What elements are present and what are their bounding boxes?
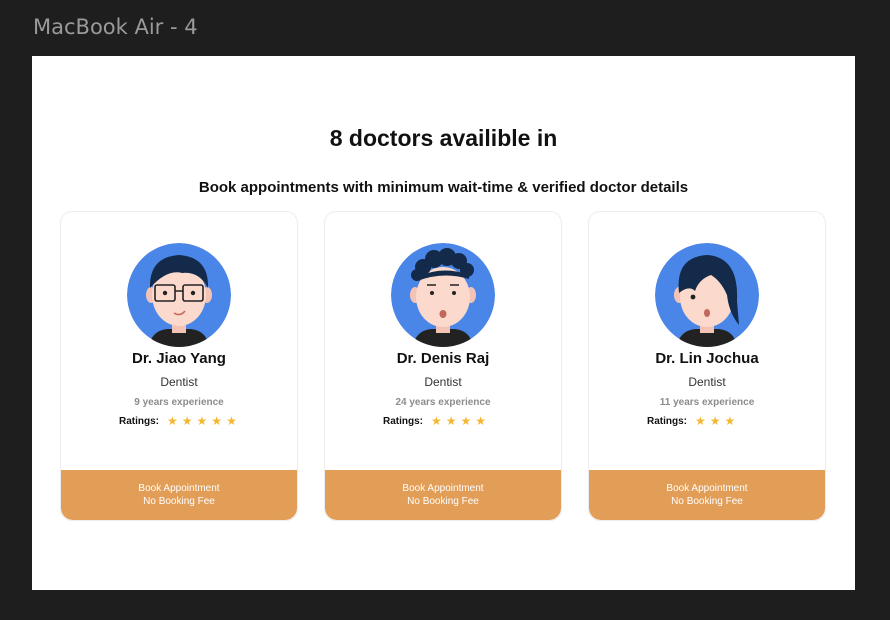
page-subtitle: Book appointments with minimum wait-time… [198, 179, 689, 196]
page-frame: 8 doctors availible in Book appointments… [32, 56, 855, 590]
star-icon: ★ [211, 414, 223, 428]
star-icon: ★ [431, 414, 442, 428]
booking-fee-label: No Booking Fee [143, 496, 215, 507]
booking-fee-label: No Booking Fee [407, 496, 479, 507]
doctor-experience: 24 years experience [395, 397, 491, 408]
doctor-specialty: Dentist [160, 375, 198, 389]
doctor-card-jiao-yang: Dr. Jiao Yang Dentist 9 years experience… [60, 211, 298, 521]
star-icon: ★ [196, 414, 208, 428]
doctor-name: Dr. Lin Jochua [655, 350, 759, 367]
book-appointment-label: Book Appointment [666, 483, 748, 494]
star-icon: ★ [226, 414, 237, 428]
doctor-avatar-glasses-icon [127, 243, 231, 347]
star-icon: ★ [181, 414, 193, 428]
ratings: Ratings: ★ ★ ★ ★ [383, 414, 488, 428]
ratings: Ratings: ★ ★ ★ ★ ★ [119, 414, 239, 428]
doctor-name: Dr. Denis Raj [396, 350, 490, 367]
doctor-avatar-long-bangs-icon [655, 243, 759, 347]
doctor-avatar-curly-hair-icon [391, 243, 495, 347]
book-appointment-button[interactable]: Book Appointment No Booking Fee [61, 470, 297, 520]
doctor-name: Dr. Jiao Yang [132, 350, 226, 367]
star-icon: ★ [709, 414, 721, 428]
star-icon: ★ [445, 414, 457, 428]
booking-fee-label: No Booking Fee [671, 496, 743, 507]
doctor-experience: 9 years experience [134, 397, 224, 408]
doctor-experience: 11 years experience [659, 397, 755, 408]
ratings: Ratings: ★ ★ ★ [647, 414, 737, 428]
doctor-card-lin-jochua: Dr. Lin Jochua Dentist 11 years experien… [588, 211, 826, 521]
star-icon: ★ [460, 414, 472, 428]
book-appointment-button[interactable]: Book Appointment No Booking Fee [325, 470, 561, 520]
book-appointment-label: Book Appointment [138, 483, 220, 494]
star-icon: ★ [167, 414, 178, 428]
doctor-card-denis-raj: Dr. Denis Raj Dentist 24 years experienc… [324, 211, 562, 521]
star-icon: ★ [475, 414, 487, 428]
ratings-label: Ratings: [119, 415, 159, 427]
doctor-specialty: Dentist [688, 375, 726, 389]
book-appointment-button[interactable]: Book Appointment No Booking Fee [589, 470, 825, 520]
book-appointment-label: Book Appointment [402, 483, 484, 494]
star-icon: ★ [695, 414, 706, 428]
ratings-label: Ratings: [647, 415, 687, 427]
star-icon: ★ [724, 414, 736, 428]
frame-label: MacBook Air - 4 [33, 15, 198, 39]
doctor-specialty: Dentist [424, 375, 462, 389]
page-title: 8 doctors availible in [329, 125, 558, 151]
ratings-label: Ratings: [383, 415, 423, 427]
